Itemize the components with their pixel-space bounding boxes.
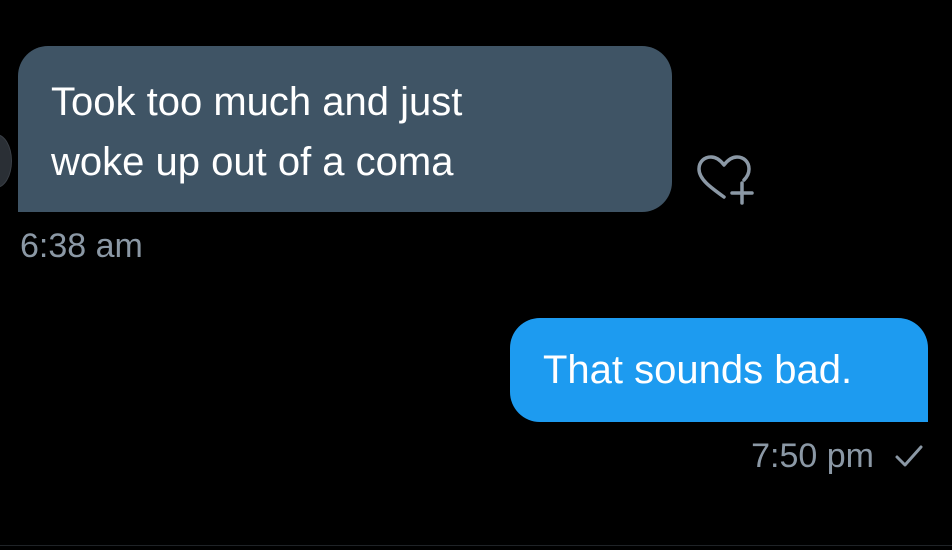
checkmark-icon [895,445,923,467]
received-message-line-2: woke up out of a coma [51,140,454,184]
like-message-button[interactable] [694,152,760,212]
sender-avatar[interactable] [0,134,12,188]
sent-message-timestamp: 7:50 pm [751,437,874,475]
sent-message-text: That sounds bad. [543,348,853,392]
received-message-timestamp: 6:38 am [20,227,143,265]
sent-message-bubble[interactable]: That sounds bad. [510,318,928,422]
sent-message-meta: 7:50 pm [751,434,924,478]
received-message-bubble[interactable]: Took too much and just woke up out of a … [18,46,672,212]
received-message-line-1: Took too much and just [51,80,463,124]
heart-plus-icon [697,155,754,205]
divider [0,545,952,546]
